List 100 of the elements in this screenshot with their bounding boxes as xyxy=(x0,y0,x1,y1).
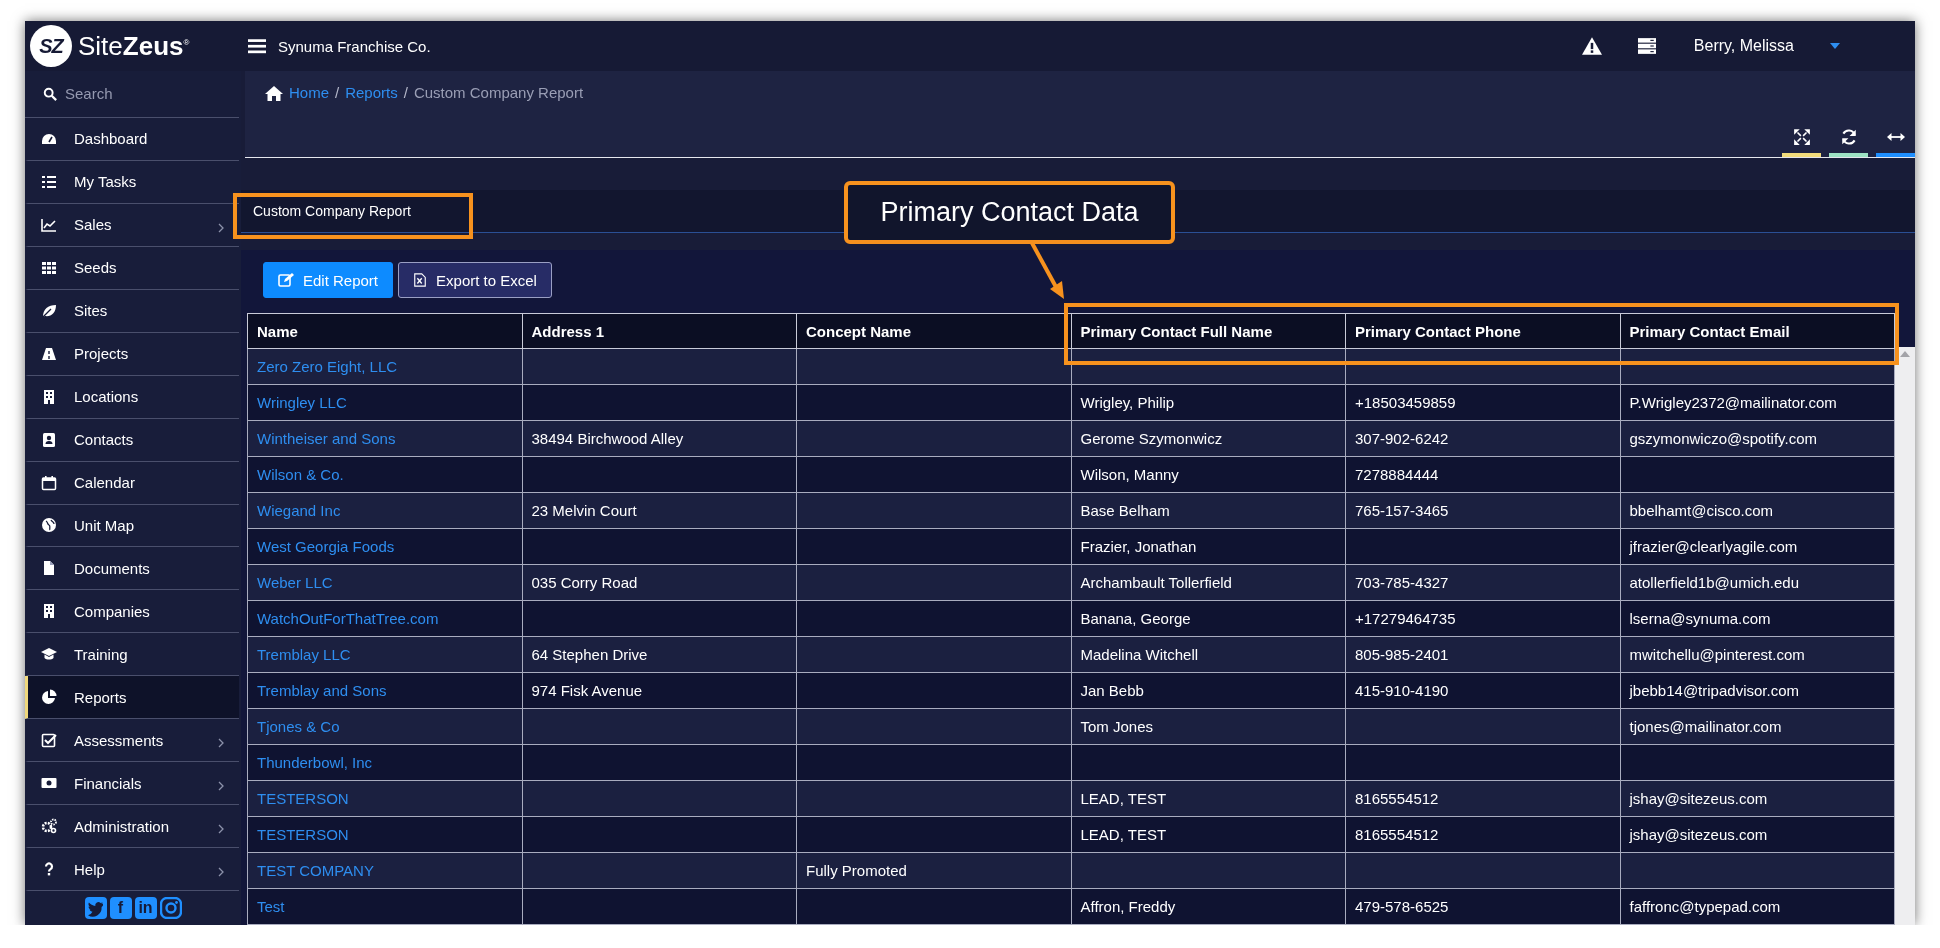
table-cell: 307-902-6242 xyxy=(1345,420,1620,457)
breadcrumb-separator: / xyxy=(403,84,408,101)
globe-icon xyxy=(41,517,57,534)
table-cell: 479-578-6525 xyxy=(1345,888,1620,925)
building-icon xyxy=(41,388,57,405)
company-link[interactable]: Test xyxy=(257,898,285,915)
scroll-up-icon xyxy=(1900,351,1910,357)
table-cell: mwitchellu@pinterest.com xyxy=(1620,636,1895,673)
column-header[interactable]: Concept Name xyxy=(796,313,1071,349)
column-header[interactable]: Primary Contact Email xyxy=(1620,313,1895,349)
company-link[interactable]: Tremblay LLC xyxy=(257,646,351,663)
refresh-icon xyxy=(1839,128,1858,147)
company-link[interactable]: Thunderbowl, Inc xyxy=(257,754,373,771)
table-cell: +17279464735 xyxy=(1345,600,1620,637)
table-cell: Tom Jones xyxy=(1071,708,1346,745)
bird-icon xyxy=(84,897,107,920)
company-link[interactable]: Wiegand Inc xyxy=(257,502,341,519)
logo-mark: SZ xyxy=(30,25,72,67)
social-logo-icon[interactable]: f xyxy=(109,897,132,920)
logo-text: SiteZeus$^{®}$ xyxy=(78,30,190,62)
column-header[interactable]: Primary Contact Full Name xyxy=(1071,313,1346,349)
sidebar-item[interactable]: Dashboard xyxy=(25,117,239,161)
table-cell: Wrigley, Philip xyxy=(1071,384,1346,421)
column-header[interactable]: Name xyxy=(247,313,522,349)
table-cell: 38494 Birchwood Alley xyxy=(522,420,797,457)
table-cell: jfrazier@clearlyagile.com xyxy=(1620,528,1895,565)
scrollbar[interactable] xyxy=(1895,347,1915,925)
table-cell: atollerfield1b@umich.edu xyxy=(1620,564,1895,601)
sidebar-item[interactable]: Documents xyxy=(25,547,239,591)
gears-icon xyxy=(41,818,57,835)
table-cell: jshay@sitezeus.com xyxy=(1620,816,1895,853)
table-cell: Gerome Szymonwicz xyxy=(1071,420,1346,457)
company-link[interactable]: TESTERSON xyxy=(257,826,349,843)
table-cell: 23 Melvin Court xyxy=(522,492,797,529)
building-icon xyxy=(41,603,57,620)
table-cell: 7278884444 xyxy=(1345,456,1620,493)
table-cell: 8165554512 xyxy=(1345,780,1620,817)
contact-card-icon xyxy=(41,431,57,448)
company-link[interactable]: Tjones & Co xyxy=(257,718,340,735)
table-cell: P.Wrigley2372@mailinator.com xyxy=(1620,384,1895,421)
breadcrumb-link[interactable]: Home xyxy=(289,84,329,101)
user-name[interactable]: Berry, Melissa xyxy=(1693,37,1794,55)
table-cell: 8165554512 xyxy=(1345,816,1620,853)
sidebar-item[interactable]: Seeds xyxy=(25,246,239,290)
warning-icon xyxy=(1581,36,1602,56)
table-cell: 035 Corry Road xyxy=(522,564,797,601)
list-icon xyxy=(41,173,57,190)
table-cell: 64 Stephen Drive xyxy=(522,636,797,673)
table-cell: Jan Bebb xyxy=(1071,672,1346,709)
table-cell: Fully Promoted xyxy=(796,852,1071,889)
server-icon xyxy=(1637,37,1656,55)
sidebar-item[interactable]: My Tasks xyxy=(25,160,239,204)
leaf-icon xyxy=(41,302,57,319)
table-cell: bbelhamt@cisco.com xyxy=(1620,492,1895,529)
chevron-icon xyxy=(218,824,225,835)
sidebar-item[interactable]: Locations xyxy=(25,375,239,419)
checkbox-icon xyxy=(41,732,57,749)
sidebar-item[interactable]: Calendar xyxy=(25,461,239,505)
table-cell: +18503459859 xyxy=(1345,384,1620,421)
sidebar-item[interactable]: Financials xyxy=(25,762,239,806)
table-cell: Archambault Tollerfield xyxy=(1071,564,1346,601)
column-header[interactable]: Address 1 xyxy=(522,313,797,349)
table-cell: Wilson, Manny xyxy=(1071,456,1346,493)
breadcrumb-link[interactable]: Reports xyxy=(345,84,398,101)
sidebar-item[interactable]: Projects xyxy=(25,332,239,376)
expand-icon xyxy=(1792,128,1811,147)
search-field[interactable]: Search xyxy=(65,83,205,105)
line-chart-icon xyxy=(41,216,57,233)
sidebar-item[interactable]: Companies xyxy=(25,590,239,634)
company-link[interactable]: Wilson & Co. xyxy=(257,466,344,483)
company-link[interactable]: TEST COMPANY xyxy=(257,862,374,879)
breadcrumb-current: Custom Company Report xyxy=(413,84,584,101)
caret-icon xyxy=(1830,43,1840,49)
social-logo-icon[interactable]: in xyxy=(134,897,157,920)
export-button[interactable]: Export to Excel xyxy=(398,262,552,298)
camera-icon xyxy=(159,897,182,920)
callout-label: Primary Contact Data xyxy=(844,181,1175,244)
company-link[interactable]: TESTERSON xyxy=(257,790,349,807)
home-icon xyxy=(265,84,283,101)
sidebar-item[interactable]: Assessments xyxy=(25,719,239,763)
company-link[interactable]: Weber LLC xyxy=(257,574,333,591)
sidebar-item[interactable]: Sales xyxy=(25,203,239,247)
table-cell: tjones@mailinator.com xyxy=(1620,708,1895,745)
table-cell: 703-785-4327 xyxy=(1345,564,1620,601)
sidebar-item[interactable]: Contacts xyxy=(25,418,239,462)
sidebar-item[interactable]: Reports xyxy=(25,676,239,720)
column-header[interactable]: Primary Contact Phone xyxy=(1345,313,1620,349)
sidebar-item[interactable]: Administration xyxy=(25,805,239,849)
company-name: Synuma Franchise Co. xyxy=(278,37,431,55)
search-icon xyxy=(43,86,57,101)
sidebar-item[interactable]: Sites xyxy=(25,289,239,333)
table-cell: Frazier, Jonathan xyxy=(1071,528,1346,565)
table-cell: Base Belham xyxy=(1071,492,1346,529)
sidebar-item[interactable]: Unit Map xyxy=(25,504,239,548)
table-cell: Banana, George xyxy=(1071,600,1346,637)
company-link[interactable]: Wringley LLC xyxy=(257,394,347,411)
sidebar-item[interactable]: Help xyxy=(25,848,239,892)
table-cell: 765-157-3465 xyxy=(1345,492,1620,529)
callout-arrow xyxy=(1030,242,1064,299)
document-icon xyxy=(41,560,57,577)
